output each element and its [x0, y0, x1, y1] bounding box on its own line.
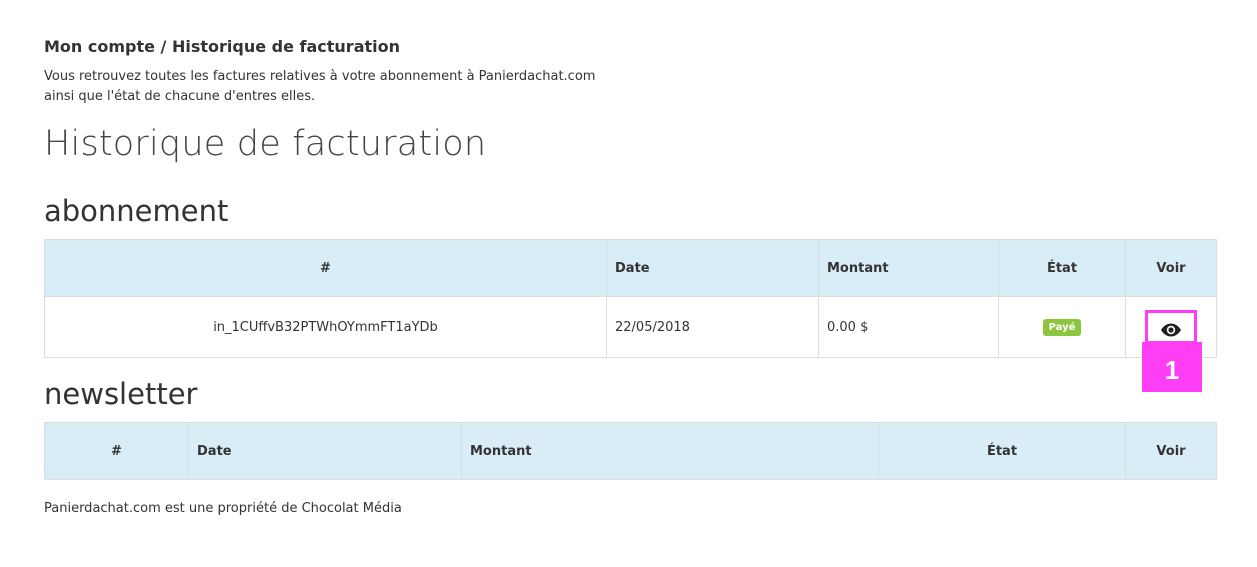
- eye-icon: [1161, 323, 1181, 336]
- page-title: Historique de facturation: [44, 124, 487, 164]
- section-title-newsletter: newsletter: [44, 377, 198, 411]
- table-header-row: # Date Montant État Voir: [44, 239, 1217, 297]
- intro-text: Vous retrouvez toutes les factures relat…: [44, 67, 595, 107]
- col-header-amount: Montant: [818, 239, 999, 297]
- invoice-amount: 0.00 $: [818, 296, 999, 358]
- col-header-view: Voir: [1125, 422, 1217, 480]
- invoice-id: in_1CUffvB32PTWhOYmmFT1aYDb: [44, 296, 607, 358]
- section-title-abonnement: abonnement: [44, 194, 229, 228]
- intro-line-1: Vous retrouvez toutes les factures relat…: [44, 69, 596, 84]
- footer-text: Panierdachat.com est une propriété de Ch…: [44, 501, 402, 516]
- col-header-status: État: [878, 422, 1126, 480]
- col-header-number: #: [44, 422, 189, 480]
- col-header-status: État: [998, 239, 1126, 297]
- col-header-date: Date: [188, 422, 462, 480]
- view-invoice-button[interactable]: [1145, 310, 1197, 344]
- breadcrumb: Mon compte / Historique de facturation: [44, 37, 400, 56]
- col-header-view: Voir: [1125, 239, 1217, 297]
- table-header-row: # Date Montant État Voir: [44, 422, 1217, 480]
- col-header-amount: Montant: [461, 422, 879, 480]
- status-badge: Payé: [1042, 318, 1082, 336]
- col-header-date: Date: [606, 239, 819, 297]
- invoice-status-cell: Payé: [998, 296, 1126, 358]
- invoice-date: 22/05/2018: [606, 296, 819, 358]
- table-row: in_1CUffvB32PTWhOYmmFT1aYDb 22/05/2018 0…: [44, 296, 1217, 358]
- col-header-number: #: [44, 239, 607, 297]
- annotation-marker: 1: [1142, 342, 1202, 392]
- newsletter-table: # Date Montant État Voir: [44, 422, 1217, 480]
- abonnement-table: # Date Montant État Voir in_1CUffvB32PTW…: [44, 239, 1217, 358]
- intro-line-2: ainsi que l'état de chacune d'entres ell…: [44, 89, 316, 104]
